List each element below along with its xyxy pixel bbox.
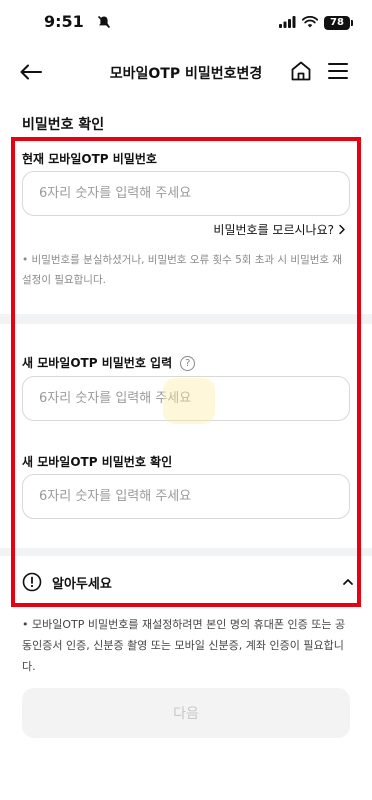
section-title: 비밀번호 확인 xyxy=(22,117,105,133)
menu-button[interactable] xyxy=(328,62,348,84)
current-password-input[interactable] xyxy=(23,172,349,215)
hamburger-menu-icon xyxy=(328,63,348,79)
current-password-label: 현재 모바일OTP 비밀번호 xyxy=(22,152,157,166)
section-divider xyxy=(0,314,372,324)
forgot-password-label: 비밀번호를 모르시나요? xyxy=(213,223,334,237)
next-button[interactable]: 다음 xyxy=(22,688,350,738)
notice-body: • 모바일OTP 비밀번호를 재설정하려면 본인 명의 휴대폰 인증 또는 공동… xyxy=(22,618,346,673)
status-bar: 9:51 78 xyxy=(0,0,372,44)
help-icon[interactable]: ? xyxy=(180,356,196,371)
forgot-password-link[interactable]: 비밀번호를 모르시나요? xyxy=(213,221,346,238)
app-header: 모바일OTP 비밀번호변경 xyxy=(0,52,372,92)
battery-icon: 78 xyxy=(324,15,353,30)
confirm-password-label: 새 모바일OTP 비밀번호 확인 xyxy=(22,455,173,469)
wifi-icon xyxy=(301,13,319,32)
notice-toggle[interactable]: 알아두세요 xyxy=(22,570,354,594)
new-password-label-text: 새 모바일OTP 비밀번호 입력 xyxy=(22,356,173,370)
status-indicators: 78 xyxy=(279,13,353,32)
new-password-input[interactable] xyxy=(23,377,349,420)
notice-title: 알아두세요 xyxy=(52,576,112,592)
page-title: 모바일OTP 비밀번호변경 xyxy=(109,66,263,82)
home-button[interactable] xyxy=(290,60,312,86)
status-time: 9:51 xyxy=(44,12,84,31)
signal-icon xyxy=(279,13,296,32)
current-password-field-wrap xyxy=(22,171,350,216)
new-password-label: 새 모바일OTP 비밀번호 입력 ? xyxy=(22,354,196,371)
confirm-password-input[interactable] xyxy=(23,475,349,518)
bell-muted-icon xyxy=(97,14,111,33)
alert-circle-icon xyxy=(22,572,42,592)
chevron-right-icon xyxy=(339,224,345,235)
home-icon xyxy=(291,61,311,81)
chevron-up-icon xyxy=(342,572,354,591)
password-reset-notice: • 비밀번호를 분실하셨거나, 비밀번호 오류 횟수 5회 초과 시 비밀번호 … xyxy=(22,254,343,286)
section-divider-2 xyxy=(0,548,372,556)
new-password-field-wrap xyxy=(22,376,350,421)
confirm-password-field-wrap xyxy=(22,474,350,519)
